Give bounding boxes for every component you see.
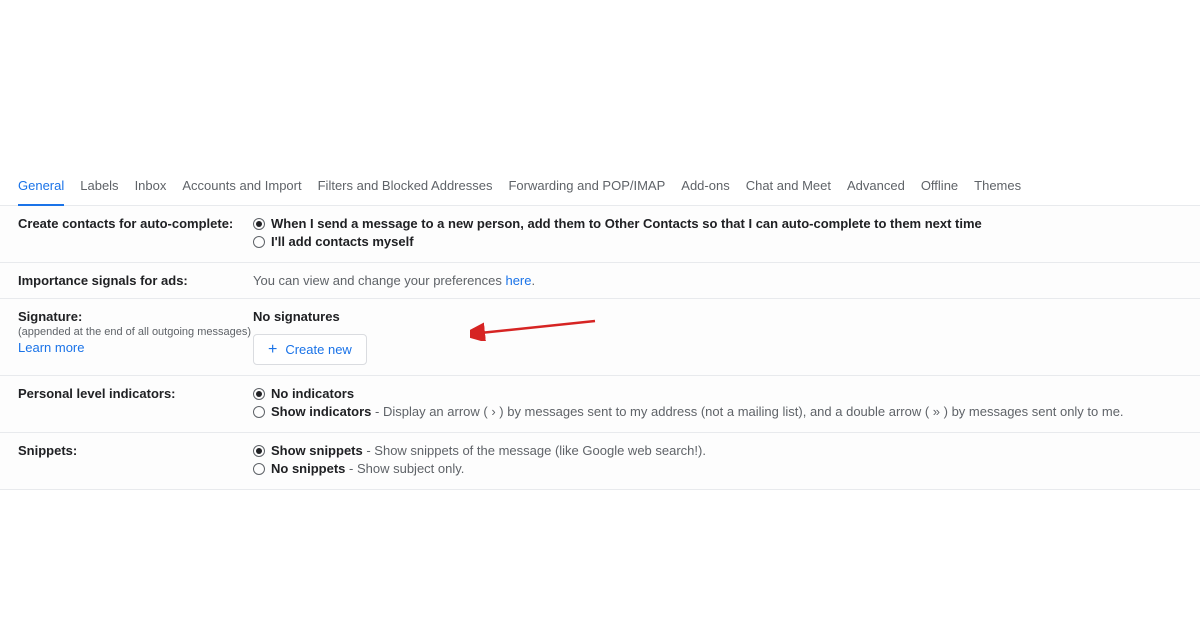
no-snippets-row: No snippets - Show subject only. <box>271 461 464 476</box>
signature-label-block: Signature: (appended at the end of all o… <box>18 309 253 365</box>
show-indicators-row: Show indicators - Display an arrow ( › )… <box>271 404 1124 419</box>
tab-labels[interactable]: Labels <box>80 178 118 199</box>
show-indicators-rest: - Display an arrow ( › ) by messages sen… <box>371 404 1123 419</box>
radio-no-indicators[interactable] <box>253 388 265 400</box>
tab-accounts[interactable]: Accounts and Import <box>182 178 301 199</box>
section-signature: Signature: (appended at the end of all o… <box>0 299 1200 376</box>
tab-themes[interactable]: Themes <box>974 178 1021 199</box>
radio-show-indicators[interactable] <box>253 406 265 418</box>
radio-contacts-manual[interactable] <box>253 236 265 248</box>
show-indicators-bold: Show indicators <box>271 404 371 419</box>
contacts-opt2-text: I'll add contacts myself <box>271 234 414 249</box>
ads-here-link[interactable]: here <box>505 273 531 288</box>
create-contacts-label: Create contacts for auto-complete: <box>18 216 253 252</box>
show-snippets-bold: Show snippets <box>271 443 363 458</box>
indicators-label: Personal level indicators: <box>18 386 253 422</box>
tab-forwarding[interactable]: Forwarding and POP/IMAP <box>508 178 665 199</box>
section-ads: Importance signals for ads: You can view… <box>0 263 1200 299</box>
section-snippets: Snippets: Show snippets - Show snippets … <box>0 433 1200 490</box>
signature-sub: (appended at the end of all outgoing mes… <box>18 326 253 338</box>
plus-icon: + <box>268 343 277 356</box>
radio-no-snippets[interactable] <box>253 463 265 475</box>
no-snippets-bold: No snippets <box>271 461 345 476</box>
tab-offline[interactable]: Offline <box>921 178 958 199</box>
radio-show-snippets[interactable] <box>253 445 265 457</box>
show-snippets-rest: - Show snippets of the message (like Goo… <box>363 443 706 458</box>
contacts-opt1-text: When I send a message to a new person, a… <box>271 216 982 231</box>
settings-tabs: General Labels Inbox Accounts and Import… <box>0 178 1200 206</box>
ads-text-pre: You can view and change your preferences <box>253 273 505 288</box>
no-signatures-text: No signatures <box>253 309 1182 324</box>
show-snippets-row: Show snippets - Show snippets of the mes… <box>271 443 706 458</box>
tab-addons[interactable]: Add-ons <box>681 178 729 199</box>
section-indicators: Personal level indicators: No indicators… <box>0 376 1200 433</box>
radio-contacts-auto[interactable] <box>253 218 265 230</box>
tab-chat[interactable]: Chat and Meet <box>746 178 831 199</box>
create-new-signature-button[interactable]: + Create new <box>253 334 367 365</box>
tab-filters[interactable]: Filters and Blocked Addresses <box>318 178 493 199</box>
ads-text-post: . <box>532 273 536 288</box>
create-new-label: Create new <box>285 342 351 357</box>
signature-learn-more-link[interactable]: Learn more <box>18 340 253 355</box>
no-snippets-rest: - Show subject only. <box>345 461 464 476</box>
tab-advanced[interactable]: Advanced <box>847 178 905 199</box>
signature-label: Signature: <box>18 309 82 324</box>
snippets-label: Snippets: <box>18 443 253 479</box>
no-indicators-text: No indicators <box>271 386 354 401</box>
tab-inbox[interactable]: Inbox <box>135 178 167 199</box>
section-create-contacts: Create contacts for auto-complete: When … <box>0 206 1200 263</box>
ads-label: Importance signals for ads: <box>18 273 253 288</box>
tab-general[interactable]: General <box>18 178 64 206</box>
